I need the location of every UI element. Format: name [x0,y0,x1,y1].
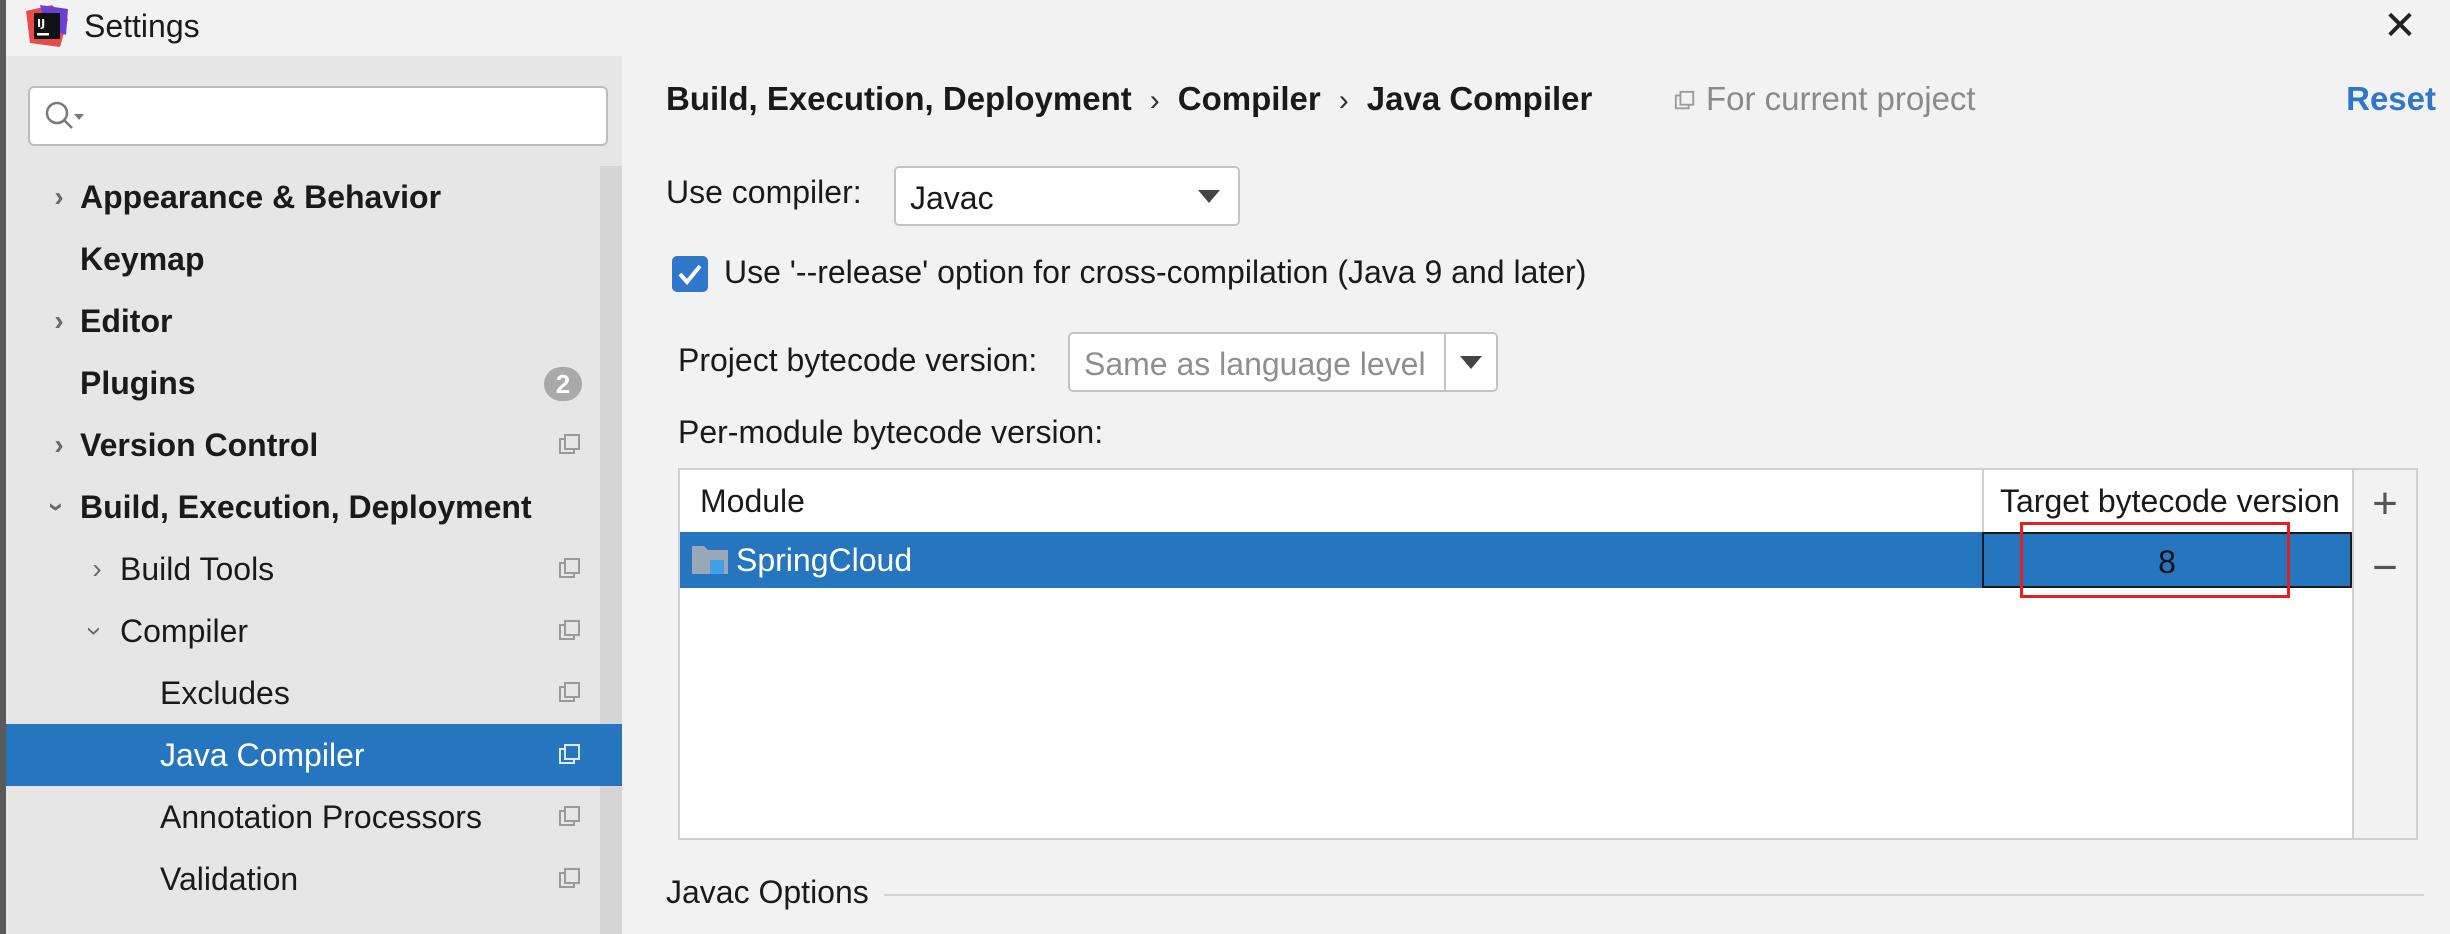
sidebar-item-label: Validation [160,861,299,897]
section-divider [884,894,2424,896]
release-option-checkbox[interactable] [672,256,708,292]
sidebar-item-label: Plugins [80,365,196,401]
project-scope-icon [559,558,580,578]
module-bytecode-table: Module Target bytecode version SpringClo… [678,468,2354,840]
chevron-right-icon[interactable]: › [82,538,112,600]
settings-content: Build, Execution, Deployment › Compiler › Ja… [622,56,2450,934]
title-bar: IJ Settings ✕ [6,0,2450,56]
project-bytecode-dropdown-button[interactable] [1444,332,1498,392]
scope-indicator: For current project [1674,80,1976,118]
project-scope-icon [559,806,580,826]
sidebar-item-validation[interactable]: Validation [6,848,600,910]
javac-options-title: Javac Options [666,874,869,910]
plugins-update-badge: 2 [544,367,582,401]
sidebar-item-compiler[interactable]: › Compiler [6,600,600,662]
breadcrumb-item[interactable]: Build, Execution, Deployment [666,80,1132,117]
breadcrumb-separator: › [1149,84,1160,117]
sidebar-item-keymap[interactable]: Keymap [6,228,600,290]
sidebar-item-java-compiler[interactable]: Java Compiler [6,724,622,786]
use-compiler-value: Javac [910,180,994,216]
chevron-right-icon[interactable]: › [44,414,74,476]
breadcrumb-separator: › [1338,84,1349,117]
sidebar-item-label: Editor [80,303,173,339]
add-icon[interactable]: + [2362,482,2408,528]
checkmark-icon [678,264,702,286]
breadcrumb-item[interactable]: Compiler [1178,80,1321,117]
settings-sidebar: › Appearance & Behavior Keymap › Editor … [6,56,622,934]
project-scope-icon [559,868,580,888]
sidebar-item-excludes[interactable]: Excludes [6,662,600,724]
sidebar-item-plugins[interactable]: Plugins 2 [6,352,600,414]
sidebar-item-annotation-processors[interactable]: Annotation Processors [6,786,600,848]
sidebar-item-label: Build Tools [120,551,275,587]
svg-text:IJ: IJ [37,17,45,30]
project-scope-icon [559,682,580,702]
project-bytecode-field[interactable]: Same as language level [1068,332,1458,392]
scope-label: For current project [1706,80,1976,117]
project-bytecode-label: Project bytecode version: [678,342,1038,378]
chevron-down-icon [1198,190,1220,203]
search-icon [45,101,84,129]
sidebar-item-label: Java Compiler [160,737,365,773]
project-scope-icon [559,434,580,454]
intellij-logo-icon: IJ [26,5,68,47]
close-icon[interactable]: ✕ [2380,6,2420,46]
use-compiler-label: Use compiler: [666,174,862,210]
use-compiler-select[interactable]: Javac [894,166,1240,226]
sidebar-item-label: Excludes [160,675,290,711]
chevron-right-icon[interactable]: › [44,290,74,352]
column-divider[interactable] [1982,470,1984,532]
sidebar-item-label: Appearance & Behavior [80,179,442,215]
chevron-right-icon[interactable]: › [44,166,74,228]
module-folder-icon [692,546,728,574]
sidebar-scrollbar[interactable] [600,166,622,934]
search-input[interactable] [28,86,608,146]
table-toolbar: + − [2354,468,2418,840]
sidebar-item-version-control[interactable]: › Version Control [6,414,600,476]
project-scope-icon [1674,90,1695,110]
module-name: SpringCloud [736,542,913,578]
target-version-cell[interactable]: 8 [1982,522,2352,598]
sidebar-item-build-tools[interactable]: › Build Tools [6,538,600,600]
table-row[interactable]: SpringCloud 8 [680,522,2352,598]
column-header-module[interactable]: Module [700,470,1970,532]
sidebar-item-editor[interactable]: › Editor [6,290,600,352]
sidebar-item-label: Keymap [80,241,205,277]
project-scope-icon [559,620,580,640]
chevron-down-icon [1460,356,1482,369]
window-title: Settings [84,8,200,44]
sidebar-item-build-execution-deployment[interactable]: › Build, Execution, Deployment [6,476,600,538]
project-bytecode-value: Same as language level [1084,346,1426,382]
breadcrumb: Build, Execution, Deployment › Compiler › Ja… [666,80,1592,118]
project-scope-icon [559,744,580,764]
remove-icon[interactable]: − [2362,546,2408,592]
breadcrumb-item: Java Compiler [1366,80,1593,117]
sidebar-item-label: Build, Execution, Deployment [80,489,532,525]
per-module-label: Per-module bytecode version: [678,414,1104,450]
highlight-box [2020,522,2290,598]
sidebar-item-label: Compiler [120,613,249,649]
sidebar-item-appearance-behavior[interactable]: › Appearance & Behavior [6,166,600,228]
sidebar-item-label: Annotation Processors [160,799,482,835]
chevron-down-icon[interactable]: › [64,616,126,646]
sidebar-item-label: Version Control [80,427,319,463]
release-option-label[interactable]: Use '--release' option for cross-compila… [724,254,1586,291]
reset-link[interactable]: Reset [2346,80,2436,118]
chevron-down-icon[interactable]: › [26,492,88,522]
